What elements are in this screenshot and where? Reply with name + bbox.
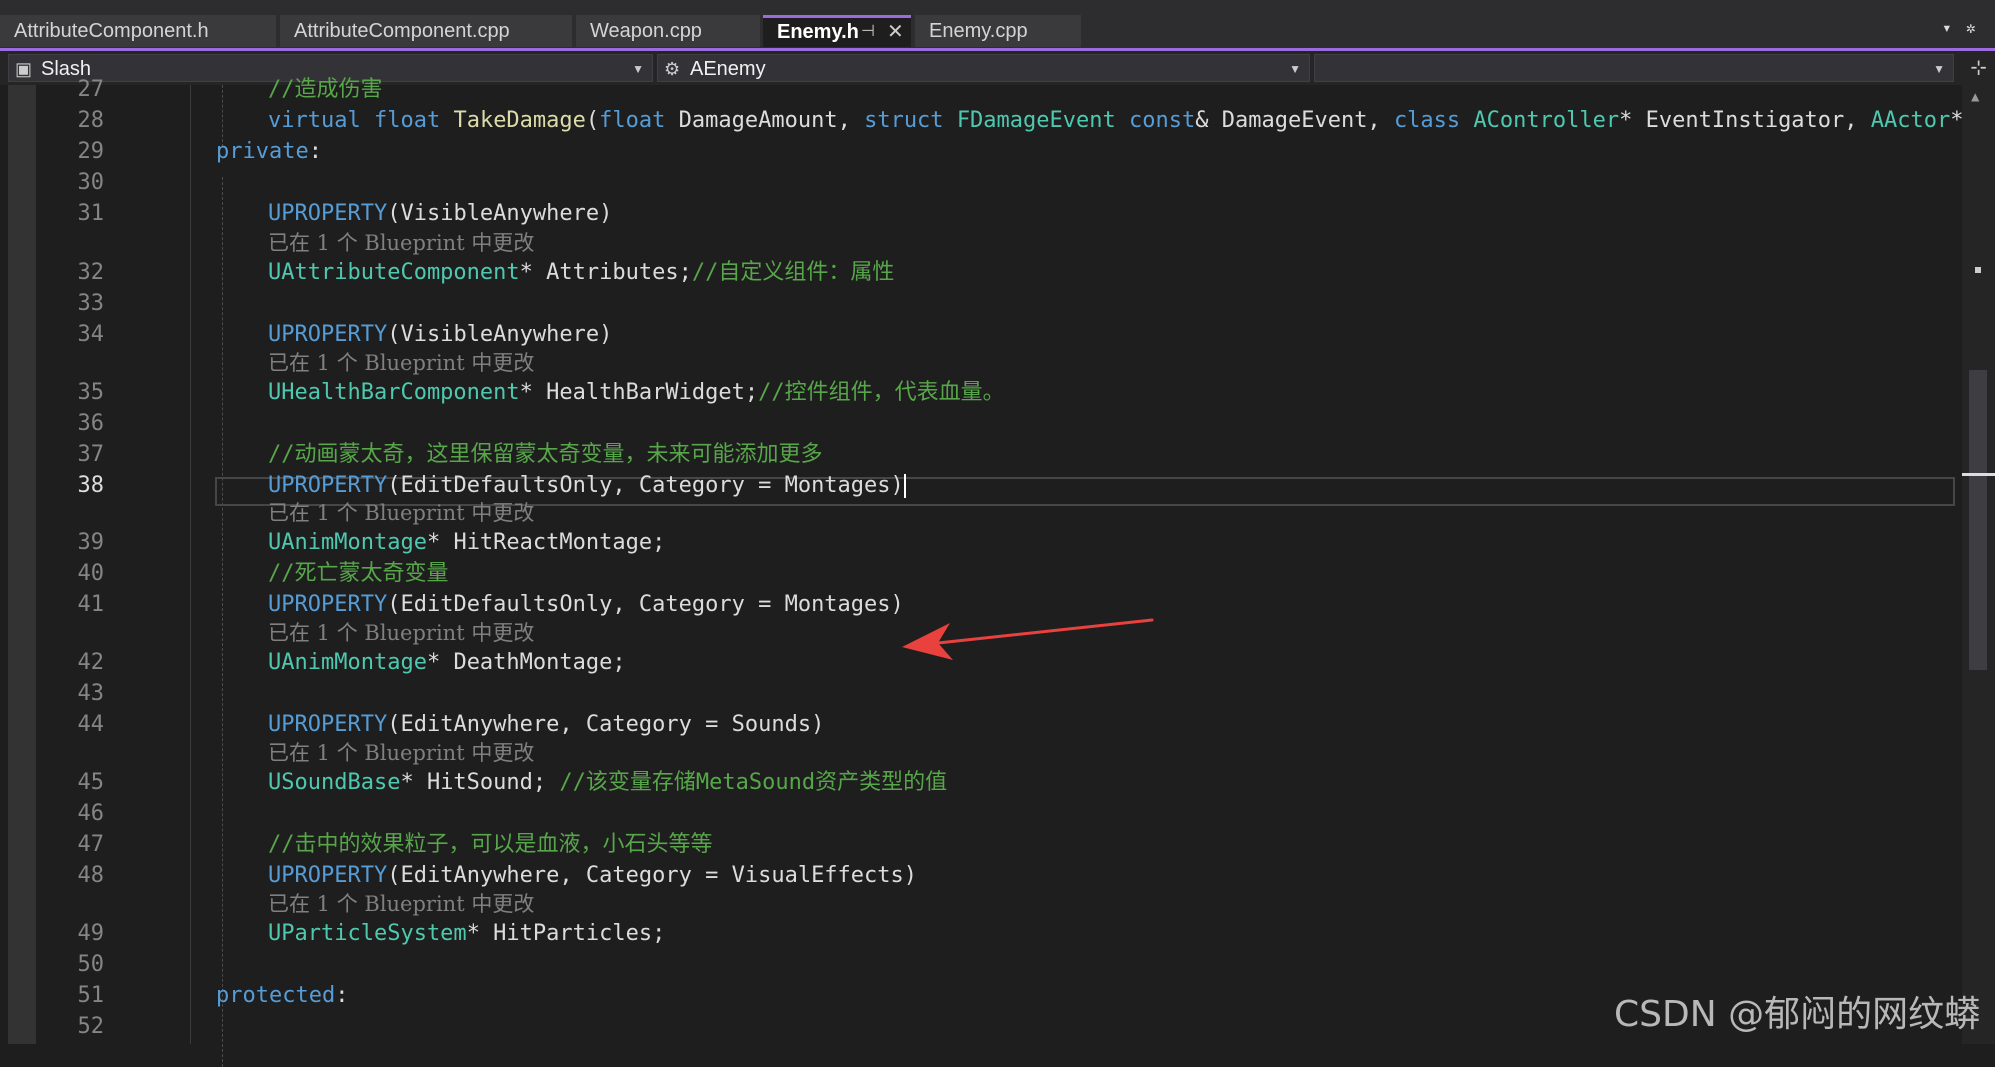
- watermark: CSDN @郁闷的网纹蟒: [1614, 994, 1981, 1035]
- annotation-arrow-shaft: [936, 618, 1154, 645]
- annotation-arrow: [902, 618, 1154, 660]
